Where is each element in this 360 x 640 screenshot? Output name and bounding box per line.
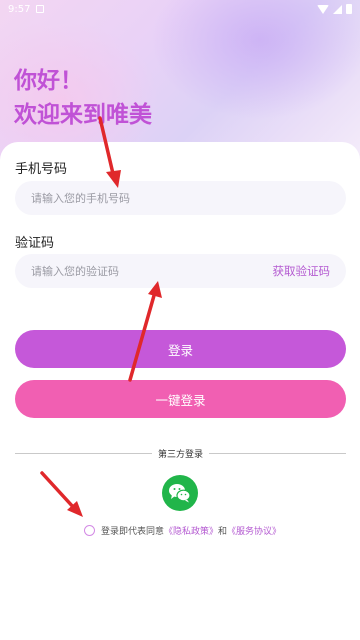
status-icons <box>317 4 352 14</box>
agreement-prefix: 登录即代表同意 <box>101 526 165 537</box>
wechat-login-button[interactable] <box>162 475 198 511</box>
third-party-title: 第三方登录 <box>158 449 204 460</box>
divider-line <box>209 452 347 454</box>
get-code-button[interactable]: 获取验证码 <box>273 263 331 279</box>
greeting: 你好！ 欢迎来到唯美 <box>14 64 152 132</box>
notification-icon <box>36 5 45 13</box>
privacy-policy-link[interactable]: 《隐私政策》 <box>164 524 218 537</box>
code-label: 验证码 <box>15 236 55 251</box>
phone-field[interactable] <box>15 181 346 215</box>
third-party-divider: 第三方登录 <box>15 446 347 460</box>
agreement-row: 登录即代表同意 《隐私政策》 和 《服务协议》 <box>84 522 281 538</box>
phone-label: 手机号码 <box>15 162 68 177</box>
wechat-icon <box>169 484 191 503</box>
greeting-line2: 欢迎来到唯美 <box>14 102 152 128</box>
terms-link[interactable]: 《服务协议》 <box>227 524 281 537</box>
login-button[interactable]: 登录 <box>15 330 346 368</box>
wifi-icon <box>317 4 329 14</box>
status-bar: 9:57 <box>0 0 360 18</box>
agreement-and: 和 <box>218 526 228 537</box>
code-input[interactable] <box>31 264 231 278</box>
code-field[interactable]: 获取验证码 <box>15 254 346 288</box>
agree-radio[interactable] <box>84 524 95 536</box>
divider-line <box>15 452 152 454</box>
phone-input[interactable] <box>31 191 231 205</box>
battery-icon <box>346 4 352 14</box>
hero-decoration <box>150 0 360 120</box>
signal-icon <box>333 4 342 14</box>
greeting-line1: 你好！ <box>14 68 83 94</box>
one-key-login-button[interactable]: 一键登录 <box>15 380 346 418</box>
status-time: 9:57 <box>8 3 31 15</box>
